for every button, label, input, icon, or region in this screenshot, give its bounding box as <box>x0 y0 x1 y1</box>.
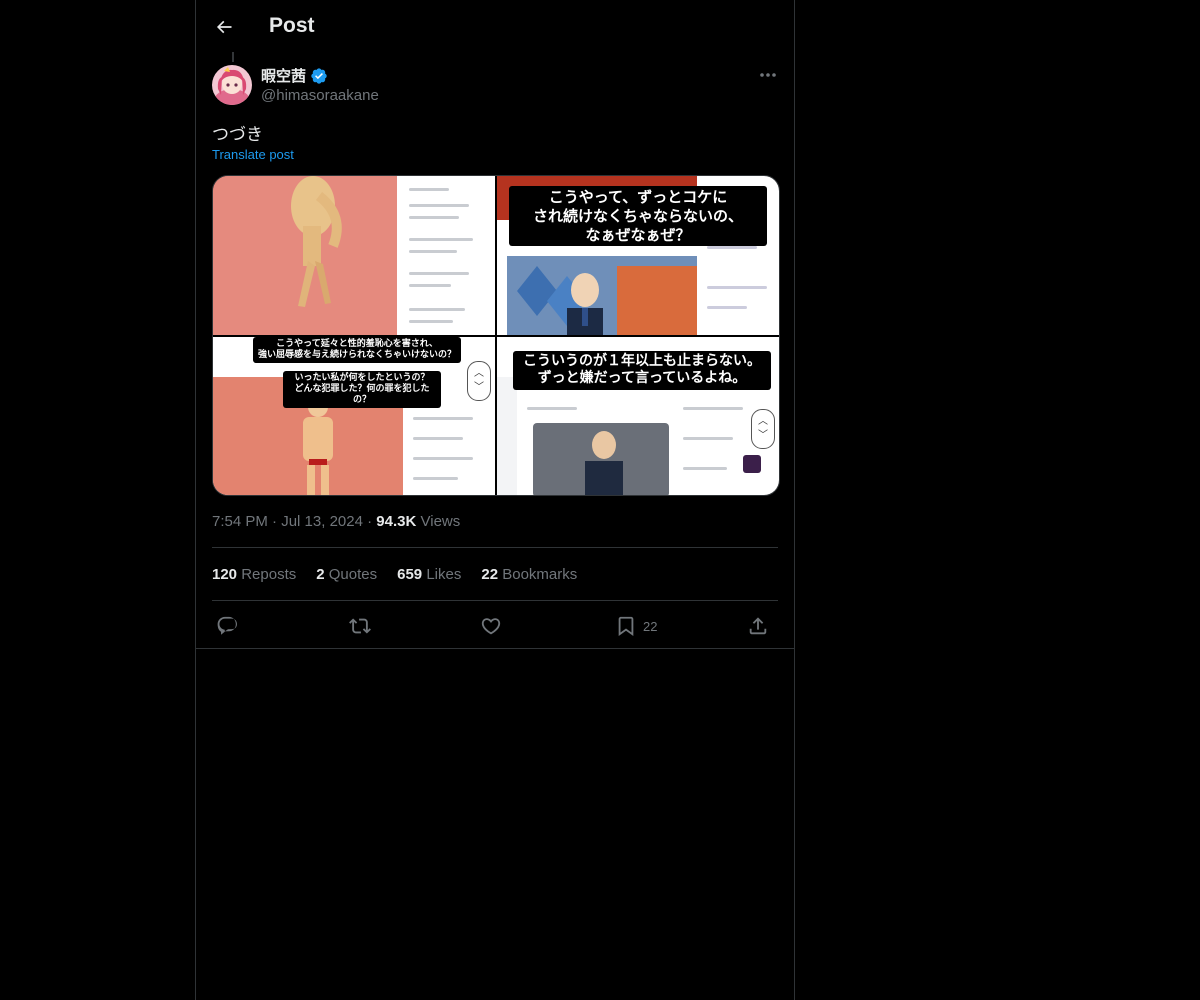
verified-badge-icon <box>311 67 327 84</box>
bookmark-button[interactable]: 22 <box>615 612 657 640</box>
bookmark-icon <box>618 616 634 637</box>
author-handle[interactable]: @himasoraakane <box>261 87 379 104</box>
tile3-caption-1: こうやって延々と性的羞恥心を害され、 <box>276 338 438 349</box>
tile2-caption-2: され続けなくちゃならないの、 <box>532 206 743 225</box>
share-icon <box>749 617 767 635</box>
media-tile-2[interactable]: こうやって、ずっとコケに され続けなくちゃならないの、 なぁぜなぁぜ？ <box>497 176 779 335</box>
media-tile-1[interactable] <box>213 176 495 335</box>
divider <box>212 600 778 601</box>
tile3-caption-2: 強い屈辱感を与え続けられなくちゃいけないの？ <box>257 349 456 360</box>
tile4-caption-1: こういうのが１年以上も止まらない。 <box>523 352 761 369</box>
thread-connector <box>232 52 234 62</box>
like-icon <box>481 618 501 635</box>
tile3-caption-3: いったい私が何をしたというの？ <box>294 372 430 383</box>
share-button[interactable] <box>747 612 769 640</box>
figure-image <box>291 176 342 307</box>
figure-image-3 <box>585 430 623 495</box>
divider <box>196 648 794 649</box>
tile2-caption-1: こうやって、ずっとコケに <box>548 188 728 206</box>
chevron-up-icon: ︿ <box>758 415 768 427</box>
post-stats: 120 Reposts 2 Quotes 659 Likes 22 Bookma… <box>212 566 577 583</box>
repost-icon <box>349 618 371 634</box>
avatar-image <box>212 65 252 105</box>
quotes-stat[interactable]: 2 Quotes <box>316 566 377 583</box>
reposts-stat[interactable]: 120 Reposts <box>212 566 296 583</box>
avatar[interactable] <box>212 65 252 105</box>
chevron-down-icon: ﹀ <box>758 429 768 441</box>
post-time[interactable]: 7:54 PM <box>212 513 268 530</box>
bookmarks-stat[interactable]: 22 Bookmarks <box>481 566 577 583</box>
more-icon <box>760 73 776 77</box>
tile3-caption-4: どんな犯罪した？何の罪を犯したの？ <box>294 383 430 405</box>
bookmark-count: 22 <box>643 618 658 634</box>
figure-image-2 <box>303 396 333 495</box>
back-button[interactable] <box>208 11 240 43</box>
media-tile-4[interactable]: こういうのが１年以上も止まらない。 ずっと嫌だって言っているよね。 ︿ ﹀ <box>497 336 779 495</box>
likes-stat[interactable]: 659 Likes <box>397 566 461 583</box>
divider <box>212 547 778 548</box>
translate-post-link[interactable]: Translate post <box>212 147 294 162</box>
post-header: Post <box>196 0 794 54</box>
views-count: 94.3K <box>376 513 417 530</box>
post-date[interactable]: Jul 13, 2024 <box>281 513 363 530</box>
views-label: Views <box>420 513 461 530</box>
anchor-figure <box>567 273 603 335</box>
author-name-text: 暇空茜 <box>261 68 307 85</box>
repost-button[interactable] <box>349 612 371 640</box>
post-text: つづき <box>212 125 263 144</box>
tile2-caption-3: なぁぜなぁぜ？ <box>585 225 691 244</box>
tile4-caption-2: ずっと嫌だって言っているよね。 <box>537 370 747 386</box>
chevron-down-icon: ﹀ <box>474 381 484 393</box>
post-metadata: 7:54 PM · Jul 13, 2024 · 94.3K Views <box>212 513 461 530</box>
like-button[interactable] <box>480 612 502 640</box>
tile3-scroll-control[interactable]: ︿ ﹀ <box>467 360 491 401</box>
media-grid: こうやって、ずっとコケに され続けなくちゃならないの、 なぁぜなぁぜ？ こうやっ… <box>212 175 780 496</box>
primary-column: Post 暇空茜 @himasoraakane つづき Translate po… <box>195 0 795 1000</box>
action-bar: 22 <box>212 612 778 640</box>
media-tile-3[interactable]: こうやって延々と性的羞恥心を害され、 強い屈辱感を与え続けられなくちゃいけないの… <box>213 336 495 495</box>
page-title: Post <box>269 14 315 37</box>
more-button[interactable] <box>756 66 780 84</box>
tile4-scroll-control[interactable]: ︿ ﹀ <box>751 408 775 449</box>
back-arrow-icon <box>216 20 232 34</box>
reply-icon <box>217 616 237 635</box>
author-name[interactable]: 暇空茜 <box>261 65 328 86</box>
reply-button[interactable] <box>216 612 238 640</box>
chevron-up-icon: ︿ <box>474 367 484 379</box>
